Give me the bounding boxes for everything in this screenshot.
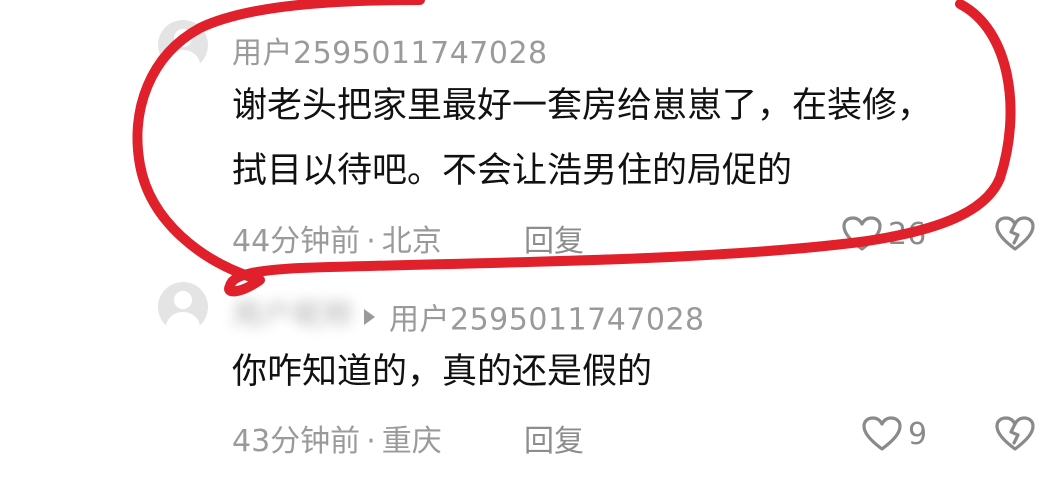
- comment-text-line-2: 拭目以待吧。不会让浩男住的局促的: [232, 151, 793, 191]
- heart-outline-icon: [842, 216, 882, 251]
- avatar[interactable]: [158, 20, 208, 70]
- reply-button[interactable]: 回复: [524, 216, 584, 260]
- avatar-body-shape: [166, 312, 200, 332]
- heart-outline-icon: [862, 416, 902, 451]
- comment-username[interactable]: 用户昵称 用户2595011747028: [232, 290, 705, 339]
- comment-location: 北京: [381, 224, 442, 259]
- avatar-body-shape: [166, 50, 200, 70]
- like-count: 9: [908, 416, 928, 452]
- dislike-button[interactable]: [995, 416, 1035, 456]
- comment-text-line-1: 你咋知道的，真的还是假的: [232, 352, 653, 392]
- comment-meta: 44分钟前 · 北京: [232, 216, 442, 260]
- like-button[interactable]: 26: [842, 216, 926, 252]
- reply-button[interactable]: 回复: [524, 416, 584, 460]
- reply-arrow-icon: [364, 308, 375, 325]
- dislike-button[interactable]: [995, 216, 1035, 256]
- avatar-head-shape: [174, 291, 192, 309]
- meta-separator: ·: [366, 424, 376, 459]
- broken-heart-icon: [995, 416, 1035, 451]
- comment-username[interactable]: 用户2595011747028: [232, 28, 548, 72]
- like-button[interactable]: 9: [862, 416, 927, 452]
- comment-text-line-1: 谢老头把家里最好一套房给崽崽了，在装修，: [232, 86, 933, 126]
- comment-item: 用户2595011747028 谢老头把家里最好一套房给崽崽了，在装修， 拭目以…: [0, 0, 1063, 270]
- avatar[interactable]: [158, 282, 208, 332]
- comment-time: 44分钟前: [232, 224, 361, 259]
- username-text: 用户昵称: [232, 298, 354, 333]
- comment-item: 用户昵称 用户2595011747028 你咋知道的，真的还是假的 43分钟前 · 重…: [0, 270, 1063, 470]
- meta-separator: ·: [366, 224, 376, 259]
- comment-time: 43分钟前: [232, 424, 361, 459]
- comment-meta: 43分钟前 · 重庆: [232, 416, 442, 460]
- avatar-head-shape: [174, 29, 192, 47]
- comment-location: 重庆: [381, 424, 442, 459]
- broken-heart-icon: [995, 216, 1035, 251]
- username-text: 用户2595011747028: [232, 36, 548, 71]
- reply-to-username: 用户2595011747028: [389, 302, 705, 338]
- like-count: 26: [888, 216, 927, 252]
